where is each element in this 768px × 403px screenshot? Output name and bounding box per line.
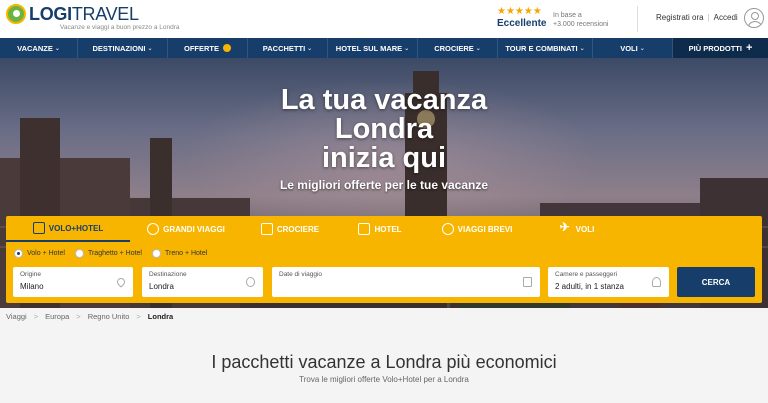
plus-icon: +	[745, 42, 753, 54]
chevron-down-icon: ⌄	[404, 45, 410, 52]
rooms-label: Camere e passeggeri	[555, 271, 618, 278]
nav-item-destinazioni[interactable]: DESTINAZIONI ⌄	[78, 38, 168, 58]
plane-icon	[560, 220, 572, 235]
rooms-field[interactable]: Camere e passeggeri 2 adulti, in 1 stanz…	[548, 267, 669, 297]
tab-crociere[interactable]: CROCIERE	[242, 216, 338, 242]
top-header: LOGITRAVEL Vacanze e viaggi a buon prezz…	[0, 0, 768, 38]
offer-badge-icon	[223, 44, 231, 52]
box-icon	[32, 222, 45, 234]
product-options: Volo + Hotel Traghetto + Hotel Treno + H…	[14, 249, 217, 258]
register-link[interactable]: Registrati ora	[656, 13, 704, 22]
nav-item-voli[interactable]: VOLI ⌄	[593, 38, 673, 58]
chevron-right-icon: >	[33, 312, 39, 321]
globe-icon	[246, 277, 255, 287]
hero-title: La tua vacanza Londra inizia qui	[280, 84, 488, 174]
chevron-right-icon: >	[136, 312, 141, 321]
chevron-down-icon: ⌄	[54, 45, 60, 52]
breadcrumb: Viaggi > Europa > Regno Unito > Londra	[6, 312, 173, 321]
tab-voli[interactable]: VOLI	[532, 216, 622, 242]
logo-text-bold: LOGI	[29, 4, 72, 24]
auth-separator: |	[707, 13, 710, 22]
origin-value[interactable]: Milano	[20, 282, 44, 291]
house-icon	[358, 223, 371, 235]
dates-field[interactable]: Date di viaggio	[272, 267, 540, 297]
option-treno-hotel[interactable]: Treno + Hotel	[151, 249, 207, 258]
rating-note: In base a +3.000 recensioni	[553, 12, 609, 28]
nav-item-offerte[interactable]: OFFERTE	[168, 38, 248, 58]
nav-item-vacanze[interactable]: VACANZE ⌄	[0, 38, 78, 58]
destination-label: Destinazione	[149, 271, 187, 278]
logo-text-light: TRAVEL	[71, 4, 139, 24]
breadcrumb-item-londra: Londra	[147, 312, 174, 321]
tab-grandi-viaggi[interactable]: GRANDI VIAGGI	[130, 216, 242, 242]
calendar-icon	[523, 277, 532, 287]
logo[interactable]: LOGITRAVEL	[6, 4, 139, 24]
nav-item-piu-prodotti[interactable]: PIÙ PRODOTTI +	[673, 38, 768, 58]
radio-unselected[interactable]	[74, 249, 84, 258]
header-divider	[637, 6, 638, 32]
chevron-down-icon: ⌄	[579, 45, 585, 52]
chevron-down-icon: ⌄	[307, 45, 313, 52]
breadcrumb-item-viaggi[interactable]: Viaggi	[6, 312, 27, 321]
chevron-down-icon: ⌄	[147, 45, 153, 52]
search-tabs: VOLO+HOTEL GRANDI VIAGGI CROCIERE HOTEL …	[6, 216, 762, 242]
dates-label: Date di viaggio	[279, 271, 322, 278]
tab-volo-hotel[interactable]: VOLO+HOTEL	[6, 216, 130, 242]
page-subheading: Trova le migliori offerte Volo+Hotel per…	[299, 375, 469, 384]
tab-viaggi-brevi[interactable]: VIAGGI BREVI	[422, 216, 532, 242]
user-avatar-icon[interactable]	[744, 8, 764, 28]
search-button[interactable]: CERCA	[677, 267, 755, 297]
auth-links: Registrati ora | Accedi	[656, 13, 738, 22]
origin-label: Origine	[20, 271, 41, 278]
rating-widget[interactable]: ★★★★★ Eccellente	[497, 6, 547, 30]
radio-selected[interactable]	[14, 249, 23, 258]
nav-item-crociere[interactable]: CROCIERE ⌄	[418, 38, 498, 58]
tagline: Vacanze e viaggi a buon prezzo a Londra	[60, 24, 180, 31]
chevron-down-icon: ⌄	[639, 45, 645, 52]
radio-unselected[interactable]	[151, 249, 161, 258]
page-heading: I pacchetti vacanze a Londra più economi…	[211, 352, 557, 372]
hero-subtitle: Le migliori offerte per le tue vacanze	[279, 178, 489, 192]
chevron-right-icon: >	[76, 312, 81, 321]
destination-field[interactable]: Destinazione Londra	[142, 267, 263, 297]
option-volo-hotel[interactable]: Volo + Hotel	[14, 249, 65, 258]
chevron-down-icon: ⌄	[475, 45, 481, 52]
ship-icon	[260, 223, 273, 235]
breadcrumb-item-europa[interactable]: Europa	[45, 312, 69, 321]
nav-item-pacchetti[interactable]: PACCHETTI ⌄	[248, 38, 328, 58]
person-icon	[652, 277, 661, 287]
balloon-icon	[441, 223, 454, 235]
main-nav: VACANZE ⌄ DESTINAZIONI ⌄ OFFERTE PACCHETTI…	[0, 38, 768, 58]
login-link[interactable]: Accedi	[714, 13, 738, 22]
rating-stars-icon: ★★★★★	[497, 6, 542, 17]
rating-label: Eccellente	[497, 18, 547, 29]
location-pin-icon	[115, 276, 127, 288]
nav-item-tour-e-combinati[interactable]: TOUR E COMBINATI ⌄	[498, 38, 593, 58]
destination-value[interactable]: Londra	[149, 282, 174, 291]
rooms-value[interactable]: 2 adulti, in 1 stanza	[555, 282, 624, 291]
option-traghetto-hotel[interactable]: Traghetto + Hotel	[74, 249, 142, 258]
breadcrumb-item-regno-unito[interactable]: Regno Unito	[88, 312, 130, 321]
logo-icon	[6, 4, 26, 24]
origin-field[interactable]: Origine Milano	[13, 267, 133, 297]
tab-hotel[interactable]: HOTEL	[338, 216, 422, 242]
globe-icon	[147, 223, 160, 235]
nav-item-hotel-sul-mare[interactable]: HOTEL SUL MARE ⌄	[328, 38, 418, 58]
